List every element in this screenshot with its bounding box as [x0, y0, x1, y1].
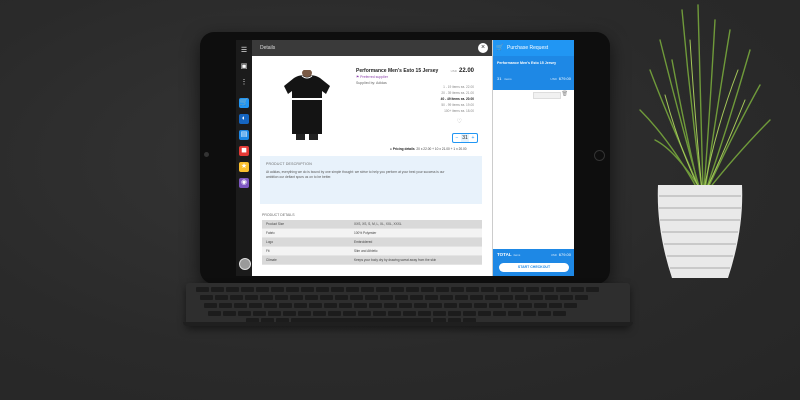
row-value: 100% Polyester [350, 228, 482, 238]
product-image[interactable] [280, 70, 334, 140]
tier-row: 100+ items ea. 18.00 [444, 109, 474, 113]
product-price: USD 22.00 [451, 68, 474, 74]
details-header: Details × [252, 40, 492, 56]
purchase-header: 🛒 Purchase Request [493, 40, 574, 56]
price-tiers: 1 - 19 items ea. 22.00 20 - 39 items ea.… [441, 84, 474, 114]
pricing-details[interactable]: ● Pricing details 20 x 22.00 + 10 x 21.0… [390, 147, 467, 151]
total-currency: USD [550, 253, 557, 257]
cart-icon: 🛒 [496, 45, 504, 51]
purchase-panel: 🛒 Purchase Request Performance Men's Est… [492, 40, 574, 276]
heart-icon[interactable]: ♡ [457, 118, 462, 125]
qty-value: 31 [497, 76, 502, 81]
chart-icon[interactable]: ◐ [239, 114, 249, 124]
archive-icon[interactable]: ◼ [239, 146, 249, 156]
row-key: Climate [262, 255, 350, 265]
price-currency: USD [450, 69, 457, 73]
pricing-label: Pricing details [392, 147, 415, 151]
table-row: Fit Slim and Athletic [262, 246, 482, 256]
row-value: Slim and Athletic [350, 246, 482, 256]
row-value: Keeps your body dry by drawing sweat awa… [350, 255, 482, 265]
item-price: USD 679.00 [550, 76, 571, 81]
supplier-label: Supplied by: Adidas [356, 81, 387, 85]
decrement-button[interactable]: − [453, 134, 461, 142]
details-heading: PRODUCT DETAILS [262, 213, 295, 217]
price-value: 22.00 [458, 68, 474, 74]
badge-label: Preferred supplier [360, 75, 388, 79]
qty-unit: items [504, 77, 512, 81]
product-title: Performance Men's Esto 15 Jersey [356, 68, 439, 74]
avatar[interactable] [239, 258, 251, 270]
row-key: Product Size [262, 220, 350, 229]
note-field[interactable] [533, 92, 561, 99]
inbox-icon[interactable]: ▣ [239, 62, 249, 72]
trash-icon[interactable]: 🗑 [562, 91, 568, 97]
keyboard-cover-edge [183, 322, 633, 326]
nav-rail: ☰ ▣ ⋮ 🛒 ◐ ▤ ◼ ★ ◉ [236, 40, 252, 276]
details-panel: Details × Performance Men's Esto 15 Jers… [252, 40, 492, 276]
item-actions: 🗑 [493, 90, 574, 100]
menu-icon[interactable]: ☰ [239, 46, 249, 56]
row-key: Fabric [262, 228, 350, 238]
item-currency: USD [550, 77, 557, 81]
item-qty: 31 items [497, 76, 512, 81]
close-icon[interactable]: × [478, 43, 488, 53]
quantity-value[interactable]: 31 [461, 134, 469, 142]
document-icon[interactable]: ▤ [239, 130, 249, 140]
settings-icon[interactable]: ◉ [239, 178, 249, 188]
table-row: Product Size XXS, XS, S, M, L, XL, XXL, X… [262, 220, 482, 229]
increment-button[interactable]: + [469, 134, 477, 142]
total-text: TOTAL [497, 252, 512, 257]
total-label: TOTAL items [497, 252, 520, 257]
start-checkout-button[interactable]: START CHECKOUT [499, 263, 569, 272]
row-value: Embroidered [350, 237, 482, 247]
quantity-stepper[interactable]: − 31 + [452, 133, 478, 143]
total-value: USD 679.00 [551, 252, 571, 257]
tablet-home-button [594, 150, 605, 161]
tablet-camera [204, 152, 209, 157]
row-key: Fit [262, 246, 350, 256]
table-row: Fabric 100% Polyester [262, 228, 482, 238]
pricing-calc: 20 x 22.00 + 10 x 21.00 + 1 x 20.00 [416, 147, 467, 151]
item-price-value: 679.00 [558, 76, 571, 81]
purchase-item[interactable]: Performance Men's Esto 15 Jersey 31 items… [493, 56, 574, 90]
total-sub: items [513, 253, 521, 257]
details-table: Product Size XXS, XS, S, M, L, XL, XXL, X… [262, 220, 482, 265]
star-icon[interactable]: ★ [239, 162, 249, 172]
description-heading: PRODUCT DESCRIPTION [266, 162, 312, 166]
page-title: Details [260, 45, 276, 51]
item-name: Performance Men's Esto 15 Jersey [497, 61, 557, 65]
purchase-title: Purchase Request [507, 45, 549, 51]
table-row: Logo Embroidered [262, 237, 482, 247]
total-section: TOTAL items USD 679.00 START CHECKOUT [493, 249, 574, 276]
total-amount: 679.00 [558, 252, 571, 257]
plant-decoration [639, 4, 771, 278]
description-section: PRODUCT DESCRIPTION At adidas, everythin… [260, 156, 482, 204]
keyboard [186, 283, 630, 325]
plant-pot [657, 185, 743, 278]
cart-icon[interactable]: 🛒 [239, 98, 249, 108]
tablet-device: ☰ ▣ ⋮ 🛒 ◐ ▤ ◼ ★ ◉ Details × Performance … [200, 32, 610, 284]
description-text: At adidas, everything we do is bound by … [266, 170, 445, 179]
table-row: Climate Keeps your body dry by drawing sw… [262, 255, 482, 265]
row-value: XXS, XS, S, M, L, XL, XXL, XXXL [350, 220, 482, 229]
preferred-badge: ⚑ Preferred supplier [356, 75, 388, 79]
apps-icon[interactable]: ⋮ [239, 78, 249, 88]
app-screen: ☰ ▣ ⋮ 🛒 ◐ ▤ ◼ ★ ◉ Details × Performance … [236, 40, 574, 276]
row-key: Logo [262, 237, 350, 247]
